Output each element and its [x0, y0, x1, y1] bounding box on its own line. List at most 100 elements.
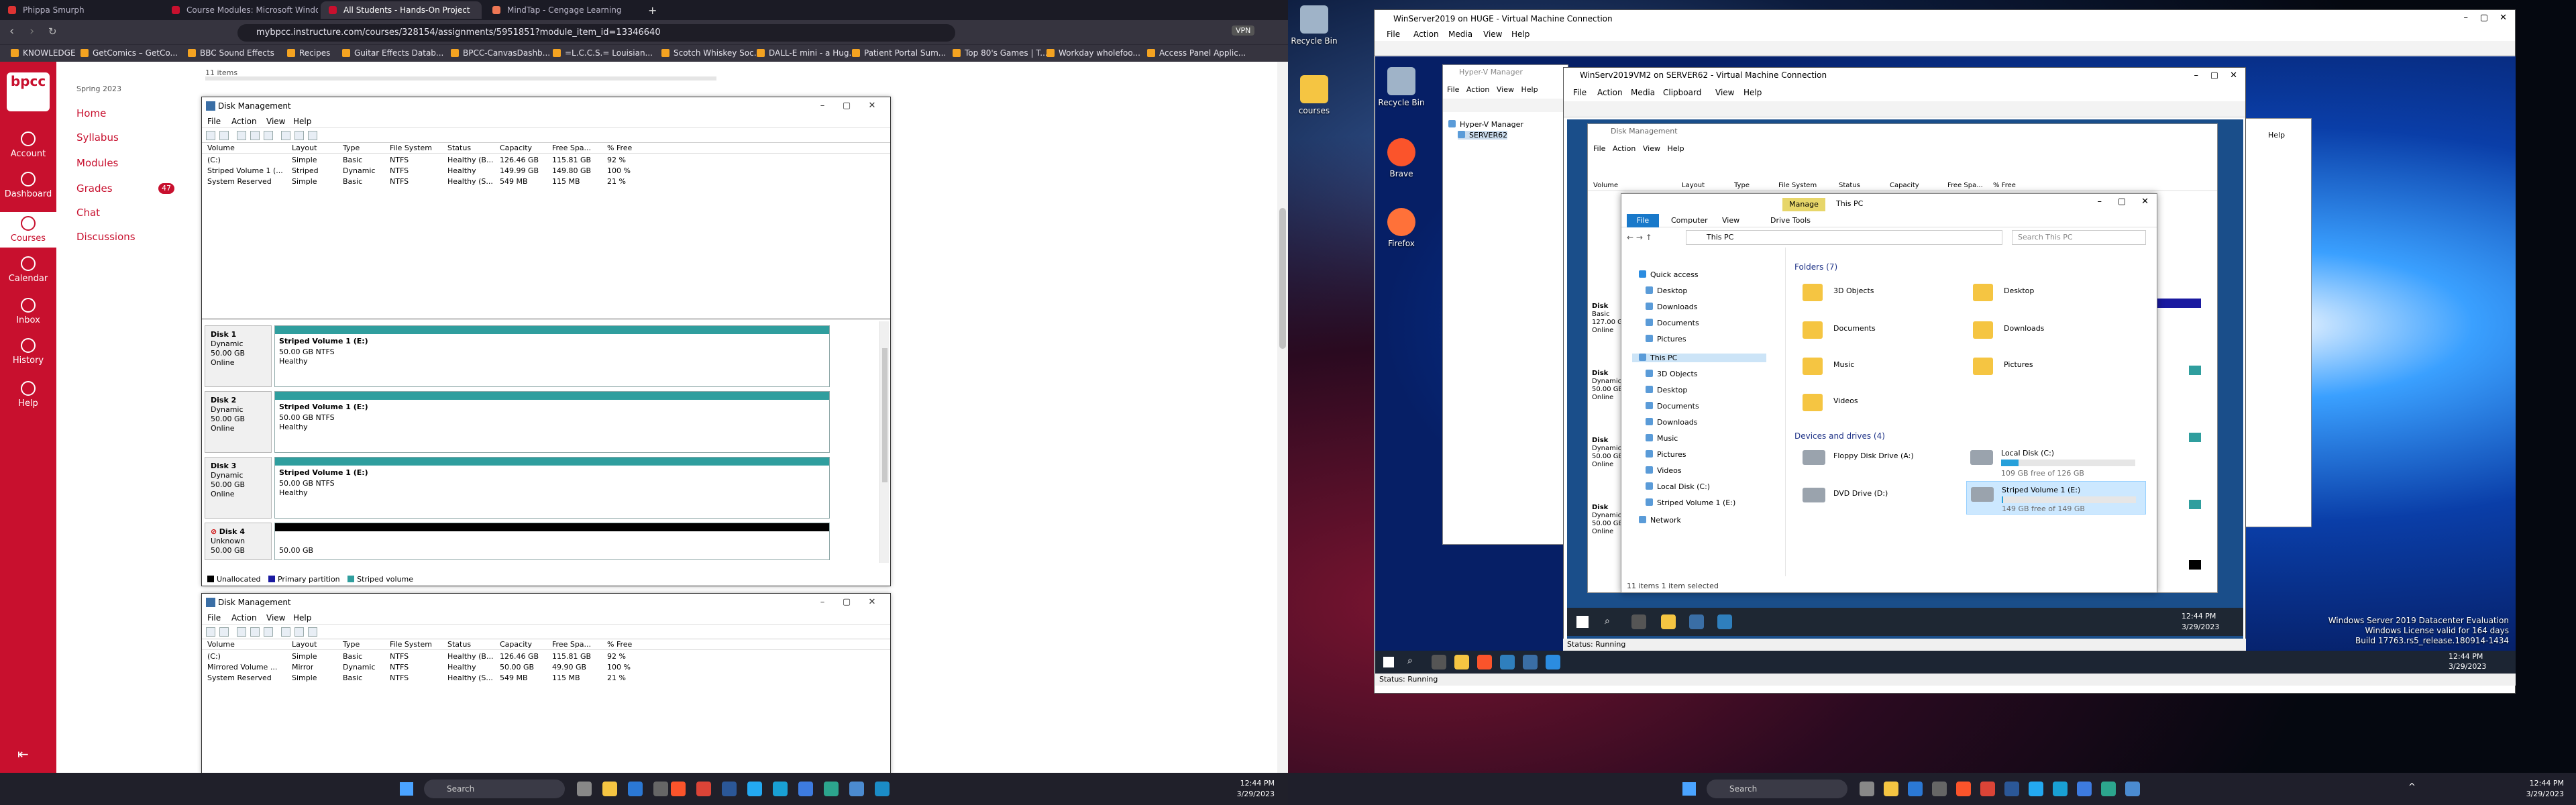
- bookmark[interactable]: =L.C.C.S.= Louisian...: [553, 48, 653, 58]
- hyper-v-icon[interactable]: [1500, 655, 1515, 669]
- tree-hyper-v-manager[interactable]: Hyper-V Manager: [1448, 120, 1523, 129]
- disk-row[interactable]: ⊘ Disk 4 Unknown 50.00 GB 50.00 GB: [205, 523, 830, 560]
- drive-item-selected[interactable]: Striped Volume 1 (E:) 149 GB free of 149 …: [1966, 481, 2146, 515]
- menu-help[interactable]: Help: [293, 117, 311, 126]
- table-row[interactable]: System Reserved Simple Basic NTFS Healthy (S…: [202, 673, 890, 684]
- nav-quick-access[interactable]: Quick access: [1639, 270, 1699, 279]
- desktop-icon-recycle-bin[interactable]: Recycle Bin: [1291, 5, 1338, 46]
- menu-media[interactable]: Media: [1448, 30, 1472, 39]
- taskbar-app-icon[interactable]: [2053, 782, 2068, 796]
- server-manager-icon[interactable]: [1523, 655, 1538, 669]
- menu-file[interactable]: File: [207, 117, 221, 126]
- disk-row[interactable]: Disk 2 Dynamic 50.00 GB Online Striped Volu…: [205, 391, 830, 453]
- col-status[interactable]: Status: [447, 144, 471, 152]
- bookmark[interactable]: Scotch Whiskey Soc...: [661, 48, 761, 58]
- maximize-button[interactable]: ▢: [2210, 70, 2218, 80]
- menu-action[interactable]: Action: [1613, 144, 1635, 153]
- taskbar-app-icon[interactable]: [577, 782, 592, 796]
- nav-item[interactable]: Downloads: [1646, 303, 1697, 311]
- reload-icon[interactable]: ↻: [48, 25, 57, 38]
- taskbar-app-icon[interactable]: [875, 782, 890, 796]
- view-icon[interactable]: [308, 131, 317, 140]
- forward-icon[interactable]: [219, 131, 229, 140]
- maximize-button[interactable]: ▢: [2118, 197, 2126, 207]
- bookmark[interactable]: BBC Sound Effects: [188, 48, 274, 58]
- vscode-icon[interactable]: [747, 782, 762, 796]
- menu-help[interactable]: Help: [1511, 30, 1529, 39]
- minimize-button[interactable]: –: [2098, 197, 2102, 207]
- table-row[interactable]: (C:) Simple Basic NTFS Healthy (B... 126.46 G…: [202, 651, 890, 662]
- menu-file[interactable]: File: [1447, 85, 1459, 94]
- back-icon[interactable]: ‹: [9, 24, 14, 38]
- primary-partition-bar[interactable]: [2154, 299, 2201, 308]
- file-explorer-icon[interactable]: [1661, 614, 1676, 629]
- brave-icon[interactable]: [671, 782, 686, 796]
- back-icon[interactable]: [206, 627, 215, 637]
- striped-partition-bar[interactable]: [2189, 433, 2201, 442]
- bookmark[interactable]: Guitar Effects Datab...: [342, 48, 443, 58]
- unallocated-bar[interactable]: [2189, 560, 2201, 570]
- up-icon[interactable]: ↑: [1646, 233, 1652, 242]
- vscode-icon[interactable]: [2029, 782, 2043, 796]
- ribbon-tab-view[interactable]: View: [1722, 216, 1739, 225]
- guest-icon-recycle-bin[interactable]: Recycle Bin: [1378, 67, 1425, 107]
- table-row[interactable]: Striped Volume 1 (... Striped Dynamic NTFS H…: [202, 166, 890, 176]
- disk-pane-scrollbar[interactable]: [879, 321, 889, 563]
- bookmark[interactable]: GetComics – GetCo...: [80, 48, 178, 58]
- table-row[interactable]: (C:) Simple Basic NTFS Healthy (B... 126.46 G…: [202, 155, 890, 166]
- nav-account[interactable]: Account: [0, 131, 56, 159]
- unallocated-partition[interactable]: 50.00 GB: [274, 523, 830, 560]
- view-icon[interactable]: [308, 627, 317, 637]
- menu-file[interactable]: File: [1573, 88, 1587, 97]
- course-nav-modules[interactable]: Modules: [76, 157, 118, 169]
- forward-icon[interactable]: [219, 627, 229, 637]
- hyper-v-icon[interactable]: [1717, 614, 1732, 629]
- new-tab-icon[interactable]: +: [648, 4, 657, 17]
- forward-icon[interactable]: →: [1636, 233, 1643, 242]
- menu-file[interactable]: File: [1387, 30, 1400, 39]
- help-icon[interactable]: [250, 627, 260, 637]
- browser-tab[interactable]: MindTap - Cengage Learning: [484, 1, 639, 19]
- course-nav-chat[interactable]: Chat: [76, 207, 100, 219]
- col-volume[interactable]: Volume: [207, 144, 235, 152]
- nav-item[interactable]: Music: [1646, 434, 1678, 443]
- disk-label[interactable]: Disk Dynamic 50.00 GB Online: [1592, 370, 1623, 402]
- course-nav-discussions[interactable]: Discussions: [76, 231, 136, 243]
- task-view-icon[interactable]: [1631, 614, 1646, 629]
- close-button[interactable]: ✕: [2141, 197, 2149, 207]
- nav-item[interactable]: Videos: [1646, 466, 1682, 475]
- disk-row[interactable]: Disk 1 Dynamic 50.00 GB Online Striped Volu…: [205, 325, 830, 387]
- menu-view[interactable]: View: [1715, 88, 1734, 97]
- outlook-icon[interactable]: [1908, 782, 1923, 796]
- folders-group-header[interactable]: Folders (7): [1794, 262, 1837, 272]
- search-input[interactable]: Search This PC: [2012, 230, 2146, 245]
- taskbar-search[interactable]: Search: [424, 780, 565, 798]
- nav-calendar[interactable]: Calendar: [0, 256, 56, 284]
- maximize-button[interactable]: ▢: [841, 100, 853, 112]
- page-scrollbar[interactable]: [1277, 62, 1288, 773]
- collapse-nav-icon[interactable]: ⇤: [17, 746, 29, 762]
- close-button[interactable]: ✕: [2500, 13, 2507, 23]
- browser-tab-active[interactable]: All Students - Hands-On Project: [321, 1, 482, 19]
- striped-partition-bar[interactable]: [2189, 500, 2201, 509]
- taskbar-app-icon[interactable]: [653, 782, 668, 796]
- address-bar[interactable]: mybpcc.instructure.com/courses/328154/as…: [237, 24, 955, 42]
- course-nav-syllabus[interactable]: Syllabus: [76, 131, 119, 144]
- menu-clipboard[interactable]: Clipboard: [1663, 88, 1701, 97]
- menu-action[interactable]: Action: [231, 613, 257, 623]
- check-icon[interactable]: [294, 627, 304, 637]
- guest-icon-brave[interactable]: Brave: [1378, 138, 1425, 178]
- properties-icon[interactable]: [237, 131, 246, 140]
- server-manager-icon[interactable]: [1689, 614, 1704, 629]
- outlook-icon[interactable]: [628, 782, 643, 796]
- nav-item[interactable]: Pictures: [1646, 450, 1686, 459]
- menu-file[interactable]: File: [207, 613, 221, 623]
- properties-icon[interactable]: [237, 627, 246, 637]
- page-scroll-thumb[interactable]: [1279, 208, 1286, 349]
- chrome-icon[interactable]: [1980, 782, 1995, 796]
- bookmark[interactable]: Recipes: [287, 48, 330, 58]
- minimize-button[interactable]: –: [816, 596, 828, 608]
- nav-item[interactable]: Striped Volume 1 (E:): [1646, 498, 1735, 507]
- desktop-icon-courses[interactable]: courses: [1291, 75, 1338, 115]
- menu-help[interactable]: Help: [1667, 144, 1684, 153]
